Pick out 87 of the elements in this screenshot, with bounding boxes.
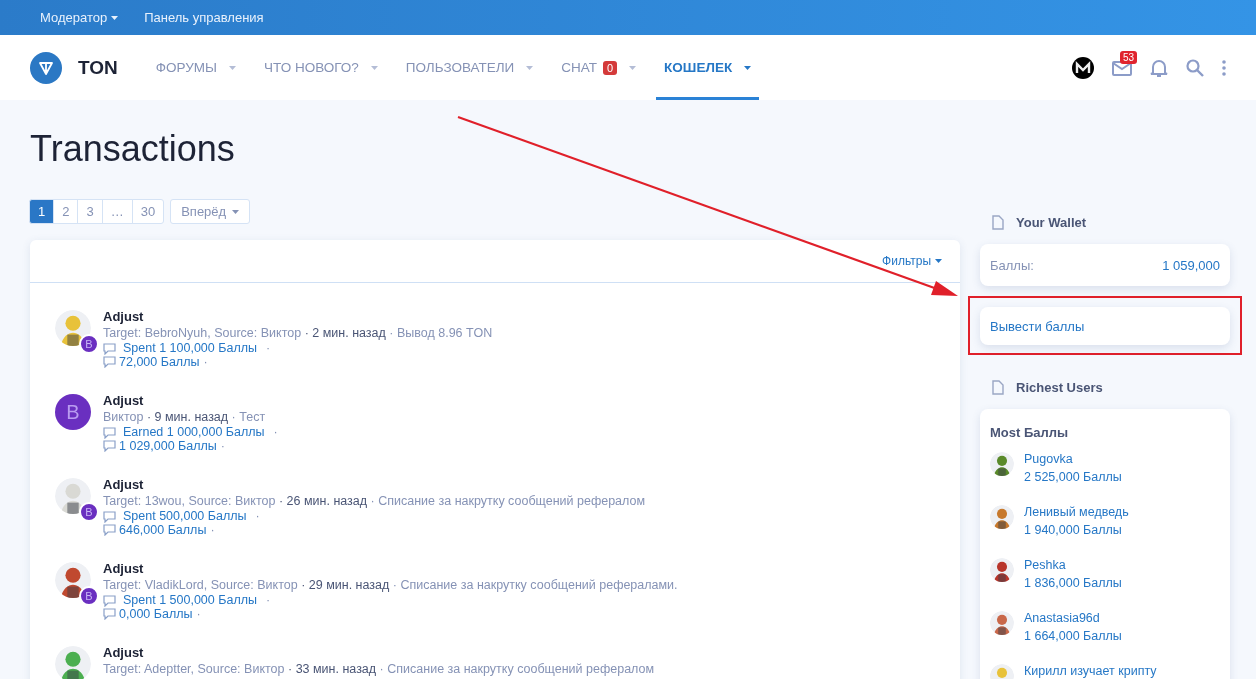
amount-link[interactable]: Spent 1 100,000 Баллы bbox=[123, 342, 257, 356]
comment-icon bbox=[103, 440, 116, 453]
user-badge: В bbox=[79, 502, 99, 522]
page-button[interactable]: 1 bbox=[29, 199, 55, 224]
amount-link[interactable]: Earned 1 000,000 Баллы bbox=[123, 426, 265, 440]
nav-tab[interactable]: ФОРУМЫ bbox=[147, 35, 244, 100]
transaction-title[interactable]: Adjust bbox=[103, 393, 278, 409]
user-badge: В bbox=[79, 334, 99, 354]
user-name-link[interactable]: Ленивый медведь bbox=[1024, 505, 1129, 519]
transaction-title[interactable]: Adjust bbox=[103, 645, 655, 661]
bell-icon[interactable] bbox=[1150, 57, 1168, 78]
filters-button[interactable]: Фильтры bbox=[882, 254, 942, 268]
user-avatar[interactable] bbox=[1072, 56, 1094, 79]
more-icon[interactable] bbox=[1222, 59, 1226, 76]
nav-tab[interactable]: CHAT 0 bbox=[553, 35, 645, 100]
balance-value: 1 059,000 bbox=[1162, 257, 1220, 273]
separator-text: · bbox=[273, 426, 278, 440]
transaction-meta: Target: VladikLord, Source: Виктор · 29 мин. назад · Списание за накрутку сообщений рефералами. bbox=[103, 577, 678, 594]
transaction-meta: Target: BebroNyuh, Source: Виктор · 2 мин. назад · Вывод 8.96 TON bbox=[103, 325, 493, 342]
transaction-meta: Виктор · 9 мин. назад · Тест bbox=[103, 409, 267, 426]
user-badge: В bbox=[79, 586, 99, 606]
amount-link[interactable]: Spent 1 500,000 Баллы bbox=[123, 594, 257, 608]
comment-icon bbox=[103, 342, 116, 355]
count-badge: 0 bbox=[603, 60, 618, 75]
caret-icon bbox=[232, 209, 240, 214]
withdraw-link[interactable]: Вывести баллы bbox=[980, 307, 1230, 345]
logo-icon bbox=[30, 51, 62, 84]
transaction-title[interactable]: Adjust bbox=[103, 309, 493, 325]
user-amount: 1 940,000 Баллы bbox=[1024, 523, 1123, 537]
caret-icon bbox=[370, 65, 378, 70]
caret-icon bbox=[111, 15, 119, 20]
separator-text: · bbox=[265, 342, 271, 356]
comment-icon bbox=[103, 594, 116, 607]
comment-icon bbox=[103, 608, 116, 621]
nav-tab[interactable]: ПОЛЬЗОВАТЕЛИ bbox=[397, 35, 542, 100]
top-bar-link[interactable]: Модератор bbox=[40, 10, 119, 25]
logo-text: TON bbox=[78, 56, 118, 79]
caret-icon bbox=[935, 259, 942, 263]
document-icon bbox=[992, 379, 1004, 395]
user-avatar[interactable]: В bbox=[55, 394, 91, 430]
transaction-meta: Target: Adeptter, Source: Виктор · 33 мин. назад · Списание за накрутку сообщений рефералом bbox=[103, 661, 655, 678]
document-icon bbox=[992, 214, 1004, 230]
mail-icon[interactable] bbox=[1112, 59, 1132, 76]
page-button[interactable]: 3 bbox=[77, 199, 103, 224]
comment-icon bbox=[103, 356, 116, 369]
search-icon[interactable] bbox=[1186, 58, 1204, 77]
separator-text: · bbox=[196, 607, 201, 621]
balance-link[interactable]: 646,000 Баллы bbox=[119, 523, 207, 537]
user-name-link[interactable]: Кирилл изучает крипту bbox=[1024, 664, 1157, 678]
next-page-button[interactable]: Вперёд bbox=[170, 199, 251, 224]
balance-link[interactable]: 1 029,000 Баллы bbox=[119, 439, 217, 453]
comment-icon bbox=[103, 426, 116, 439]
transaction-title[interactable]: Adjust bbox=[103, 477, 646, 493]
user-amount: 1 664,000 Баллы bbox=[1024, 629, 1122, 643]
balance-link[interactable]: 0,000 Баллы bbox=[119, 607, 193, 621]
separator-text: · bbox=[220, 439, 225, 453]
nav-tab[interactable]: КОШЕЛЕК bbox=[656, 35, 760, 100]
section-heading: Richest Users bbox=[1016, 379, 1103, 395]
page-button[interactable]: … bbox=[101, 199, 133, 224]
separator-text: · bbox=[203, 355, 208, 369]
amount-link[interactable]: Spent 500,000 Баллы bbox=[123, 510, 247, 524]
caret-icon bbox=[526, 65, 534, 70]
separator-text: · bbox=[210, 523, 215, 537]
user-name-link[interactable]: Peshka bbox=[1024, 558, 1122, 572]
comment-icon bbox=[103, 510, 116, 523]
count-badge: 53 bbox=[1120, 50, 1138, 64]
page-title: Transactions bbox=[30, 127, 236, 171]
balance-link[interactable]: 72,000 Баллы bbox=[119, 355, 200, 369]
user-amount: 2 525,000 Баллы bbox=[1024, 470, 1122, 484]
transaction-title[interactable]: Adjust bbox=[103, 561, 678, 577]
user-amount: 1 836,000 Баллы bbox=[1024, 576, 1122, 590]
caret-icon bbox=[744, 65, 752, 70]
card-title: Most Баллы bbox=[990, 424, 1070, 442]
balance-label: Баллы: bbox=[990, 257, 1034, 273]
caret-icon bbox=[629, 65, 637, 70]
section-heading: Your Wallet bbox=[1016, 214, 1087, 230]
page-button[interactable]: 2 bbox=[53, 199, 79, 224]
top-bar-link[interactable]: Панель управления bbox=[144, 10, 264, 25]
page-button[interactable]: 30 bbox=[131, 199, 165, 224]
comment-icon bbox=[103, 524, 116, 537]
transaction-meta: Target: 13wou, Source: Виктор · 26 мин. назад · Списание за накрутку сообщений рефералом bbox=[103, 493, 646, 510]
nav-tab[interactable]: ЧТО НОВОГО? bbox=[256, 35, 386, 100]
separator-text: · bbox=[265, 594, 271, 608]
user-name-link[interactable]: Anastasia96d bbox=[1024, 611, 1122, 625]
user-name-link[interactable]: Pugovka bbox=[1024, 452, 1122, 466]
separator-text: · bbox=[255, 510, 260, 524]
caret-icon bbox=[229, 65, 236, 70]
